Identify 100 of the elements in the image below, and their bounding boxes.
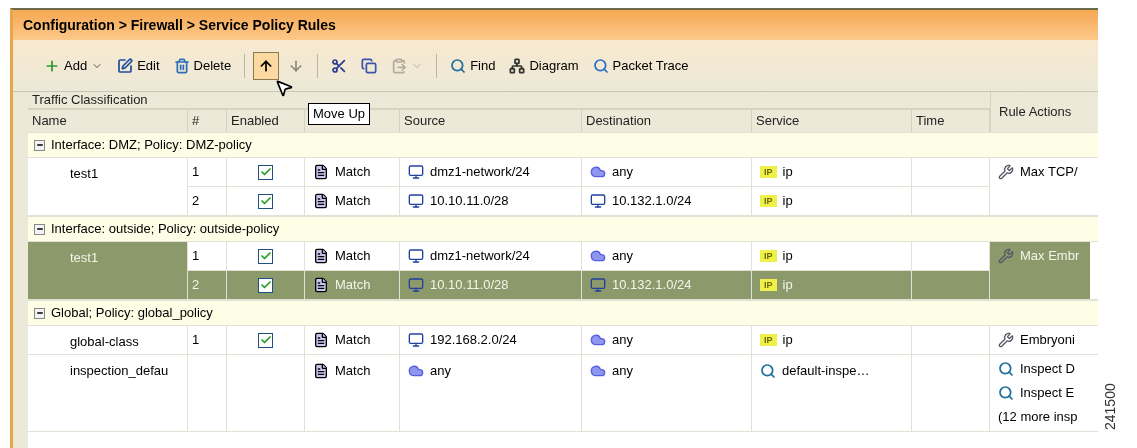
cell-text: default-inspe… [782, 362, 870, 380]
cell-text: ip [782, 331, 793, 350]
cell-text: ip [782, 247, 793, 266]
paste-icon [391, 57, 408, 74]
minus-icon [35, 225, 44, 233]
diagram-button[interactable]: Diagram [504, 51, 584, 80]
network-icon [408, 248, 424, 264]
search-icon [998, 385, 1014, 401]
action-text: Embryoni [1020, 331, 1075, 350]
cell-text: any [430, 362, 451, 380]
group-label: Global; Policy: global_policy [51, 304, 213, 323]
ip-tag: IP [760, 334, 777, 346]
document-icon [313, 332, 329, 348]
action-text: Max Embr [1020, 247, 1080, 266]
ip-tag: IP [760, 250, 777, 262]
document-icon [313, 164, 329, 180]
cloud-icon [590, 332, 606, 348]
cell-text: Match [335, 247, 371, 266]
document-icon [313, 193, 329, 209]
network-icon [408, 277, 424, 293]
cell-text: 10.10.11.0/28 [430, 192, 509, 211]
edit-icon [117, 57, 134, 74]
cell-text: 1 [192, 163, 200, 182]
condition-row[interactable]: 2 Match 10.10.11.0/28 10.132.1.0/24 IP ip [188, 270, 990, 299]
ip-tag: IP [760, 195, 777, 207]
ip-tag: IP [760, 279, 777, 291]
network-icon [408, 164, 424, 180]
cell-text: 192.168.2.0/24 [430, 331, 517, 350]
network-icon [590, 277, 606, 293]
search-icon [998, 361, 1014, 377]
document-icon [313, 277, 329, 293]
cell-text: 10.10.11.0/28 [430, 276, 509, 295]
action-text: (12 more insp [998, 408, 1078, 427]
cell-text: ip [782, 276, 793, 295]
enabled-checkbox[interactable] [258, 277, 273, 293]
network-icon [408, 193, 424, 209]
cloud-icon [590, 164, 606, 180]
cloud-icon [590, 248, 606, 264]
cell-text: 10.132.1.0/24 [612, 276, 692, 295]
document-icon [313, 248, 329, 264]
check-icon [259, 334, 272, 346]
edit-button[interactable]: Edit [112, 51, 165, 80]
cell-text: 1 [192, 247, 200, 266]
enabled-checkbox[interactable] [258, 332, 273, 348]
action-text: Max TCP/ [1020, 163, 1078, 182]
cell-text: 2 [192, 276, 200, 295]
collapse-toggle[interactable] [34, 139, 45, 151]
find-button[interactable]: Find [445, 51, 501, 80]
wrench-icon [998, 332, 1014, 348]
cell-text: 10.132.1.0/24 [612, 192, 692, 211]
trash-icon [173, 57, 190, 74]
cut-icon [331, 57, 348, 74]
check-icon [259, 195, 272, 207]
cell-text: Match [335, 192, 371, 211]
cell-text: any [612, 247, 633, 266]
cell-text: 1 [192, 331, 200, 350]
cell-text: any [612, 362, 633, 380]
group-label: Interface: outside; Policy: outside-policy [51, 220, 280, 239]
cell-text: ip [782, 163, 793, 182]
ip-tag: IP [760, 166, 777, 178]
collapse-toggle[interactable] [34, 307, 45, 319]
action-text: Inspect D [1020, 360, 1075, 379]
cell-text: dmz1-network/24 [430, 163, 530, 182]
enabled-checkbox[interactable] [258, 193, 273, 209]
cell-text: Match [335, 163, 371, 182]
cell-text: any [612, 331, 633, 350]
cell-text: Match [335, 331, 371, 350]
magnifier-icon [592, 57, 609, 74]
add-button[interactable]: Add [39, 51, 109, 80]
window-title: Configuration > Firewall > Service Policy Rules [13, 10, 1098, 40]
network-icon [590, 193, 606, 209]
check-icon [259, 166, 272, 178]
wrench-icon [998, 164, 1014, 180]
cell-text: Match [335, 276, 371, 295]
wrench-icon [998, 248, 1014, 264]
action-text: Inspect E [1020, 384, 1075, 403]
mouse-cursor-icon [274, 78, 294, 98]
figure-number: 241500 [1101, 383, 1119, 430]
cell-text: 2 [192, 192, 200, 211]
diagram-icon [509, 57, 526, 74]
trace-button[interactable]: Packet Trace [587, 51, 694, 80]
cell-text: Match [335, 362, 371, 380]
delete-button[interactable]: Delete [168, 51, 237, 80]
enabled-checkbox[interactable] [258, 248, 273, 264]
network-icon [408, 332, 424, 348]
up-button[interactable] [253, 51, 280, 80]
cell-text: dmz1-network/24 [430, 247, 530, 266]
cell-text: ip [782, 192, 793, 211]
check-icon [259, 279, 272, 291]
cell-text: any [612, 163, 633, 182]
minus-icon [35, 141, 44, 149]
condition-row[interactable]: 2 Match 10.10.11.0/28 10.132.1.0/24 IP ip [188, 186, 990, 215]
enabled-checkbox[interactable] [258, 164, 273, 180]
search-icon [760, 362, 776, 379]
check-icon [259, 250, 272, 262]
copy-icon [361, 57, 378, 74]
collapse-toggle[interactable] [34, 223, 45, 235]
search-icon [450, 57, 467, 74]
tooltip: Move Up [308, 103, 371, 125]
minus-icon [35, 309, 44, 317]
